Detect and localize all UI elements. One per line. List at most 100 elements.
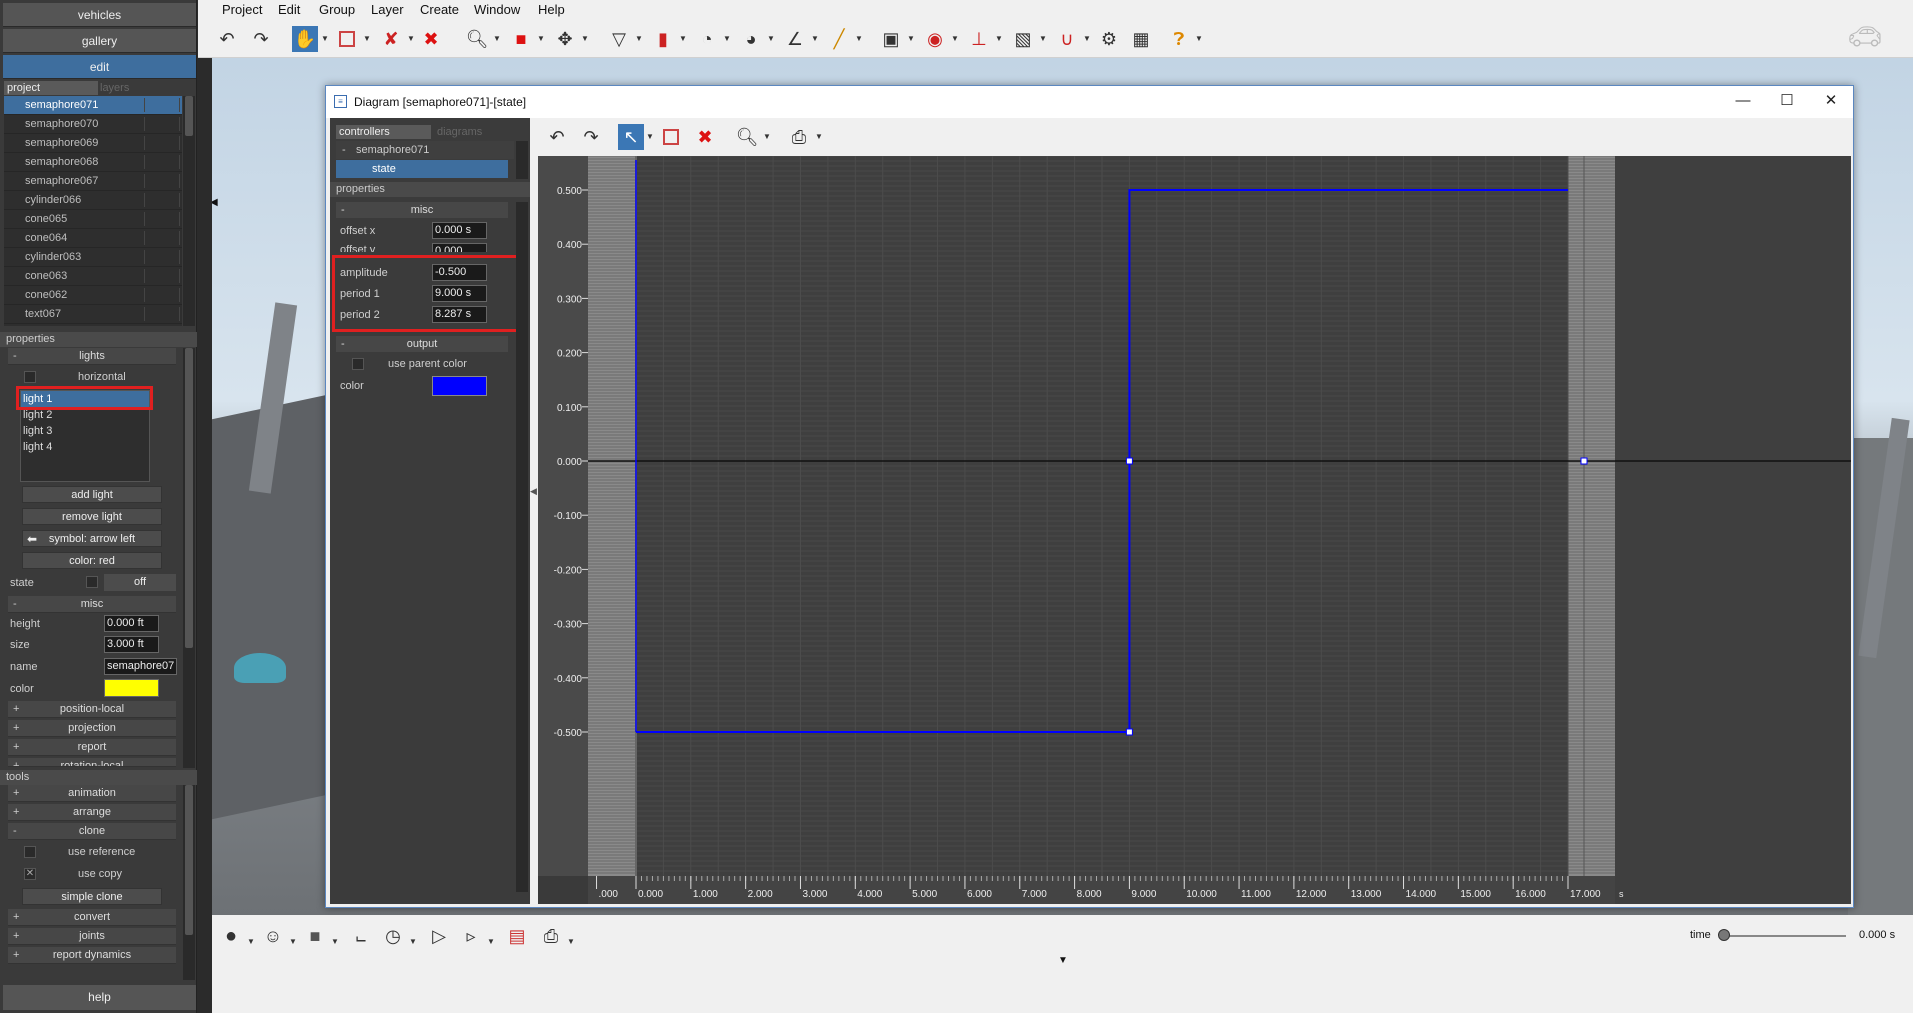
head-icon[interactable]: ☺ xyxy=(260,923,286,949)
diagram-delete-icon[interactable]: ✖ xyxy=(692,124,718,150)
select-box-icon[interactable] xyxy=(334,26,360,52)
menu-edit[interactable]: Edit xyxy=(278,2,300,17)
tree-collapse-icon[interactable]: - xyxy=(342,141,346,159)
plot-svg[interactable]: 0.500 0.400 0.300 0.200 0.100 0.000 -0.100 -0.2… xyxy=(538,156,1851,904)
tree-root[interactable]: - semaphore071 xyxy=(336,141,514,159)
redo-icon[interactable]: ↷ xyxy=(248,26,274,52)
sphere-icon[interactable]: ● xyxy=(218,923,244,949)
help-icon[interactable]: ❓︎ xyxy=(1166,26,1192,52)
add-light-button[interactable]: add light xyxy=(22,486,162,503)
tool-group-animation[interactable]: + animation xyxy=(8,785,176,802)
menu-help[interactable]: Help xyxy=(538,2,565,17)
magnet-icon[interactable]: ∪ xyxy=(1054,26,1080,52)
color-button[interactable]: color: red xyxy=(22,552,162,569)
output-group[interactable]: - output xyxy=(336,336,508,352)
play-icon[interactable]: ▷ xyxy=(426,923,452,949)
diagram-select-box-icon[interactable] xyxy=(658,124,684,150)
offset-y-field[interactable]: 0.000 xyxy=(432,243,487,252)
gauge2-icon[interactable]: ◕ xyxy=(738,26,764,52)
axes-icon[interactable]: ⊥ xyxy=(966,26,992,52)
tool-group-arrange[interactable]: + arrange xyxy=(8,804,176,821)
light-item[interactable]: light 3 xyxy=(21,423,149,439)
lights-group[interactable]: - lights xyxy=(8,348,176,365)
undo-icon[interactable]: ↶ xyxy=(214,26,240,52)
color-swatch[interactable] xyxy=(104,679,159,697)
symbol-button[interactable]: ⬅ symbol: arrow left xyxy=(22,530,162,547)
bucket-icon[interactable]: ▽ xyxy=(606,26,632,52)
properties-scrollbar[interactable] xyxy=(183,348,195,768)
misc-group[interactable]: - misc xyxy=(8,596,176,613)
tools-scrollbar[interactable] xyxy=(183,785,195,980)
chart-icon[interactable]: ⨽ xyxy=(348,923,374,949)
expand-down-icon[interactable]: ▼ xyxy=(1058,955,1068,966)
delete-icon[interactable]: ✖ xyxy=(418,26,444,52)
tab-project[interactable]: project xyxy=(4,81,98,95)
project-item[interactable]: semaphore070 xyxy=(4,115,182,134)
project-item[interactable]: semaphore068 xyxy=(4,153,182,172)
help-button[interactable]: help xyxy=(3,985,196,1010)
tab-layers[interactable]: layers xyxy=(100,81,182,95)
use-copy-checkbox[interactable]: ✕ xyxy=(24,868,36,880)
delete-tree-icon[interactable]: ✘ xyxy=(378,26,404,52)
report-icon[interactable]: ▤ xyxy=(504,923,530,949)
menu-window[interactable]: Window xyxy=(474,2,520,17)
diagram-misc-group[interactable]: - misc xyxy=(336,202,508,218)
offset-x-field[interactable]: 0.000 s xyxy=(432,222,487,239)
time-slider-track[interactable] xyxy=(1724,935,1846,937)
plot-area[interactable]: 0.500 0.400 0.300 0.200 0.100 0.000 -0.100 -0.2… xyxy=(538,156,1851,904)
state-checkbox[interactable] xyxy=(86,576,98,588)
menu-layer[interactable]: Layer xyxy=(371,2,404,17)
light-item[interactable]: light 4 xyxy=(21,439,149,455)
name-field[interactable]: semaphore07 xyxy=(104,658,177,675)
remove-light-button[interactable]: remove light xyxy=(22,508,162,525)
marker-icon[interactable]: ▮ xyxy=(650,26,676,52)
stopwatch-icon[interactable]: ◷ xyxy=(380,923,406,949)
project-item[interactable]: cone065 xyxy=(4,210,182,229)
square-icon[interactable]: ■ xyxy=(302,923,328,949)
project-item[interactable]: semaphore069 xyxy=(4,134,182,153)
project-item[interactable]: cone063 xyxy=(4,267,182,286)
use-parent-color-checkbox[interactable] xyxy=(352,358,364,370)
play-step-icon[interactable]: ▹ xyxy=(458,923,484,949)
camera-icon[interactable]: ▣ xyxy=(878,26,904,52)
tool-group-clone[interactable]: - clone xyxy=(8,823,176,840)
tool-group-convert[interactable]: + convert xyxy=(8,909,176,926)
gears-icon[interactable]: ⚙ xyxy=(1096,26,1122,52)
menu-create[interactable]: Create xyxy=(420,2,459,17)
horizontal-checkbox[interactable] xyxy=(24,371,36,383)
diagram-zoom-icon[interactable]: 🔍︎ xyxy=(734,124,760,150)
tool-group-joints[interactable]: + joints xyxy=(8,928,176,945)
menu-project[interactable]: Project xyxy=(222,2,262,17)
diagram-redo-icon[interactable]: ↷ xyxy=(578,124,604,150)
tree-child-state[interactable]: state xyxy=(336,160,508,178)
position-local-group[interactable]: + position-local xyxy=(8,701,176,718)
move-icon[interactable]: ✥ xyxy=(552,26,578,52)
tree-scrollbar[interactable] xyxy=(516,141,528,179)
project-item[interactable]: text067 xyxy=(4,305,182,324)
use-reference-checkbox[interactable] xyxy=(24,846,36,858)
diagram-pointer-icon[interactable]: ↖ xyxy=(618,124,644,150)
collapse-left-icon[interactable]: ◀ xyxy=(212,178,222,228)
tab-controllers[interactable]: controllers xyxy=(336,125,431,139)
project-item[interactable]: semaphore071 xyxy=(4,96,182,115)
measure-icon[interactable]: ∠ xyxy=(782,26,808,52)
close-button[interactable]: ✕ xyxy=(1817,90,1845,112)
report-group[interactable]: + report xyxy=(8,739,176,756)
diagram-color-swatch[interactable] xyxy=(432,376,487,396)
project-item[interactable]: semaphore067 xyxy=(4,172,182,191)
cube-icon[interactable]: ■ xyxy=(508,26,534,52)
project-scrollbar[interactable] xyxy=(183,96,195,326)
diagram-print-icon[interactable]: ⎙ xyxy=(786,124,812,150)
tab-diagrams[interactable]: diagrams xyxy=(434,125,514,139)
size-field[interactable]: 3.000 ft xyxy=(104,636,159,653)
gauge-icon[interactable]: ◔ xyxy=(694,26,720,52)
project-item[interactable]: cone064 xyxy=(4,229,182,248)
hand-icon[interactable]: ✋ xyxy=(292,26,318,52)
project-item[interactable]: cylinder066 xyxy=(4,191,182,210)
print-icon[interactable]: ⎙ xyxy=(538,923,564,949)
diagram-properties-scrollbar[interactable] xyxy=(516,202,528,892)
height-field[interactable]: 0.000 ft xyxy=(104,615,159,632)
maximize-button[interactable]: ☐ xyxy=(1773,90,1801,112)
grid-icon[interactable]: ▦ xyxy=(1128,26,1154,52)
rotation-local-group[interactable]: + rotation-local xyxy=(8,758,176,767)
